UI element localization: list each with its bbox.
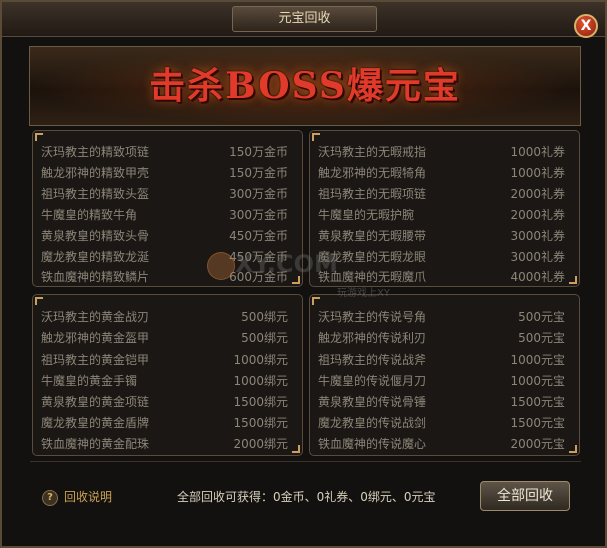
title-bar: 元宝回收 X <box>2 2 605 38</box>
bound-items-panel: 沃玛教主的黄金战刃 500绑元 触龙邪神的黄金盔甲 500绑元 祖玛教主的黄金铠甲 1… <box>32 294 303 456</box>
item-price: 1000元宝 <box>510 374 565 388</box>
item-price: 2000礼券 <box>510 187 565 201</box>
list-item: 触龙邪神的黄金盔甲 500绑元 <box>33 328 302 349</box>
item-price: 300万金币 <box>229 187 288 201</box>
item-price: 1000绑元 <box>233 374 288 388</box>
gold-items-panel: 沃玛教主的精致项链 150万金币 触龙邪神的精致甲壳 150万金币 祖玛教主的精致头… <box>32 130 303 287</box>
item-name: 触龙邪神的精致甲壳 <box>41 166 150 180</box>
list-item: 沃玛教主的精致项链 150万金币 <box>33 142 302 163</box>
item-price: 1000绑元 <box>233 353 288 367</box>
list-item: 黄泉教皇的无暇腰带 3000礼券 <box>310 226 579 247</box>
banner-title: 击杀BOSS爆元宝 <box>149 65 461 107</box>
item-price: 3000礼券 <box>510 250 565 264</box>
item-name: 祖玛教主的精致头盔 <box>41 187 150 201</box>
list-item: 祖玛教主的黄金铠甲 1000绑元 <box>33 350 302 371</box>
item-price: 600万金币 <box>229 270 288 284</box>
item-price: 500元宝 <box>518 310 565 324</box>
reclaim-window: 元宝回收 X 击杀BOSS爆元宝 沃玛教主的精致项链 150万金币 触龙邪神的精致… <box>0 0 607 548</box>
item-price: 2000元宝 <box>510 437 565 451</box>
list-item: 牛魔皇的传说偃月刀 1000元宝 <box>310 371 579 392</box>
yuanbao-items-panel: 沃玛教主的传说号角 500元宝 触龙邪神的传说利刃 500元宝 祖玛教主的传说战斧 1… <box>309 294 580 456</box>
item-name: 触龙邪神的传说利刃 <box>318 331 427 345</box>
item-name: 魔龙教皇的黄金盾牌 <box>41 416 150 430</box>
item-name: 祖玛教主的无暇项链 <box>318 187 427 201</box>
list-item: 牛魔皇的精致牛角 300万金币 <box>33 205 302 226</box>
item-price: 1500绑元 <box>233 395 288 409</box>
list-item: 铁血魔神的黄金配珠 2000绑元 <box>33 434 302 455</box>
item-name: 祖玛教主的黄金铠甲 <box>41 353 150 367</box>
list-item: 触龙邪神的无暇犄角 1000礼券 <box>310 163 579 184</box>
item-price: 2000绑元 <box>233 437 288 451</box>
coupon-items-panel: 沃玛教主的无暇戒指 1000礼券 触龙邪神的无暇犄角 1000礼券 祖玛教主的无暇项… <box>309 130 580 287</box>
list-item: 祖玛教主的传说战斧 1000元宝 <box>310 350 579 371</box>
item-name: 沃玛教主的无暇戒指 <box>318 145 427 159</box>
footer-bar: ? 回收说明 全部回收可获得：0金币、0礼券、0绑元、0元宝 全部回收 <box>30 461 581 534</box>
item-price: 1000礼券 <box>510 166 565 180</box>
item-name: 牛魔皇的无暇护腕 <box>318 208 415 222</box>
boss-banner: 击杀BOSS爆元宝 <box>29 46 581 126</box>
item-price: 1500绑元 <box>233 416 288 430</box>
item-name: 黄泉教皇的精致头骨 <box>41 229 150 243</box>
item-name: 牛魔皇的精致牛角 <box>41 208 138 222</box>
item-price: 500元宝 <box>518 331 565 345</box>
item-name: 魔龙教皇的精致龙涎 <box>41 250 150 264</box>
item-price: 450万金币 <box>229 250 288 264</box>
list-item: 沃玛教主的无暇戒指 1000礼券 <box>310 142 579 163</box>
reclaim-all-button[interactable]: 全部回收 <box>480 481 570 511</box>
item-price: 3000礼券 <box>510 229 565 243</box>
item-name: 铁血魔神的传说魔心 <box>318 437 427 451</box>
list-item: 魔龙教皇的黄金盾牌 1500绑元 <box>33 413 302 434</box>
list-item: 祖玛教主的无暇项链 2000礼券 <box>310 184 579 205</box>
item-name: 黄泉教皇的无暇腰带 <box>318 229 427 243</box>
item-name: 祖玛教主的传说战斧 <box>318 353 427 367</box>
item-name: 魔龙教皇的传说战剑 <box>318 416 427 430</box>
item-name: 魔龙教皇的无暇龙眼 <box>318 250 427 264</box>
item-name: 黄泉教皇的黄金项链 <box>41 395 150 409</box>
item-name: 触龙邪神的无暇犄角 <box>318 166 427 180</box>
reclaim-help-link[interactable]: 回收说明 <box>64 488 112 505</box>
list-item: 牛魔皇的黄金手镯 1000绑元 <box>33 371 302 392</box>
item-name: 铁血魔神的黄金配珠 <box>41 437 150 451</box>
list-item: 铁血魔神的无暇魔爪 4000礼券 <box>310 267 579 288</box>
list-item: 铁血魔神的传说魔心 2000元宝 <box>310 434 579 455</box>
item-price: 1000礼券 <box>510 145 565 159</box>
close-icon[interactable]: X <box>574 14 598 38</box>
list-item: 黄泉教皇的精致头骨 450万金币 <box>33 226 302 247</box>
item-price: 2000礼券 <box>510 208 565 222</box>
reclaim-summary: 全部回收可获得：0金币、0礼券、0绑元、0元宝 <box>177 490 436 504</box>
window-title: 元宝回收 <box>232 6 377 32</box>
item-name: 沃玛教主的传说号角 <box>318 310 427 324</box>
item-name: 牛魔皇的传说偃月刀 <box>318 374 427 388</box>
list-item: 牛魔皇的无暇护腕 2000礼券 <box>310 205 579 226</box>
item-price: 4000礼券 <box>510 270 565 284</box>
item-name: 沃玛教主的黄金战刃 <box>41 310 150 324</box>
item-price: 1000元宝 <box>510 353 565 367</box>
item-name: 铁血魔神的精致鳞片 <box>41 270 150 284</box>
item-price: 150万金币 <box>229 145 288 159</box>
help-icon[interactable]: ? <box>42 490 58 506</box>
item-price: 500绑元 <box>241 310 288 324</box>
item-price: 1500元宝 <box>510 416 565 430</box>
item-price: 150万金币 <box>229 166 288 180</box>
list-item: 沃玛教主的黄金战刃 500绑元 <box>33 307 302 328</box>
list-item: 触龙邪神的精致甲壳 150万金币 <box>33 163 302 184</box>
item-price: 500绑元 <box>241 331 288 345</box>
list-item: 魔龙教皇的无暇龙眼 3000礼券 <box>310 247 579 268</box>
list-item: 魔龙教皇的传说战剑 1500元宝 <box>310 413 579 434</box>
item-price: 300万金币 <box>229 208 288 222</box>
list-item: 触龙邪神的传说利刃 500元宝 <box>310 328 579 349</box>
item-name: 黄泉教皇的传说骨锤 <box>318 395 427 409</box>
list-item: 黄泉教皇的传说骨锤 1500元宝 <box>310 392 579 413</box>
item-name: 触龙邪神的黄金盔甲 <box>41 331 150 345</box>
item-name: 牛魔皇的黄金手镯 <box>41 374 138 388</box>
list-item: 沃玛教主的传说号角 500元宝 <box>310 307 579 328</box>
list-item: 铁血魔神的精致鳞片 600万金币 <box>33 267 302 288</box>
list-item: 祖玛教主的精致头盔 300万金币 <box>33 184 302 205</box>
item-name: 铁血魔神的无暇魔爪 <box>318 270 427 284</box>
item-name: 沃玛教主的精致项链 <box>41 145 150 159</box>
list-item: 黄泉教皇的黄金项链 1500绑元 <box>33 392 302 413</box>
list-item: 魔龙教皇的精致龙涎 450万金币 <box>33 247 302 268</box>
item-price: 450万金币 <box>229 229 288 243</box>
item-price: 1500元宝 <box>510 395 565 409</box>
